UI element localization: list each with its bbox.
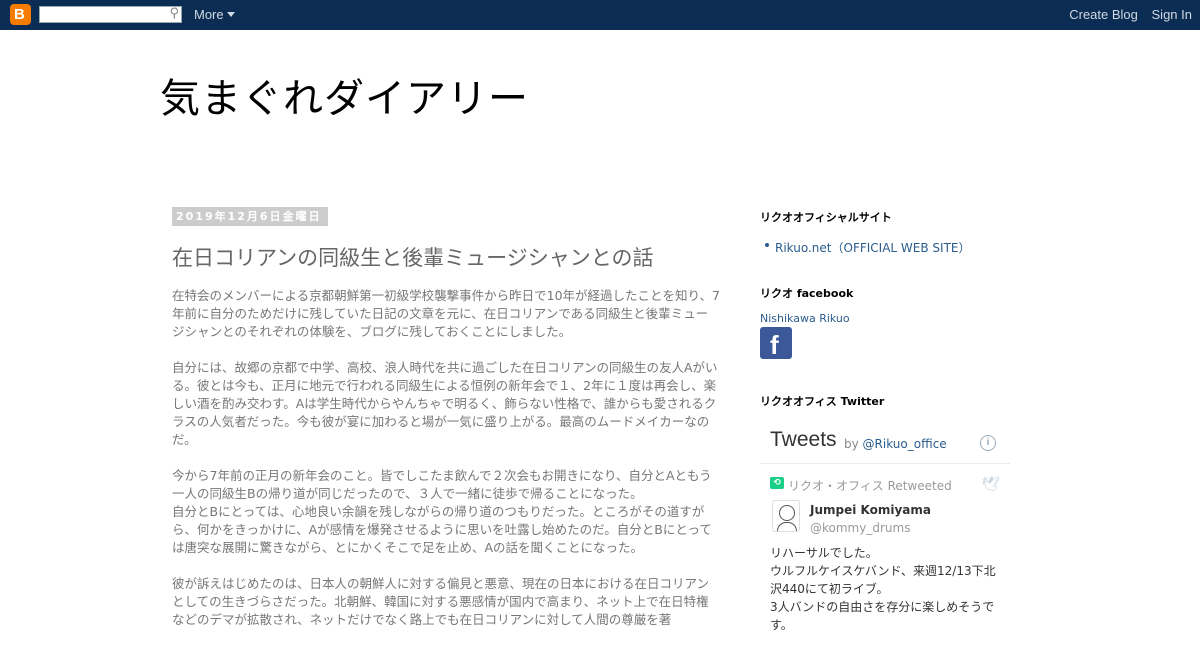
facebook-icon[interactable]: f xyxy=(760,327,792,360)
tweet-author[interactable]: Jumpei Komiyama xyxy=(810,503,931,517)
search-icon[interactable]: ⚲ xyxy=(169,6,179,21)
retweeted-by[interactable]: リクオ・オフィス Retweeted xyxy=(788,477,952,494)
divider xyxy=(760,463,1010,464)
twitter-timeline-widget: Tweets by @Rikuo_office i ⟲ リクオ・オフィス Ret… xyxy=(760,420,1010,630)
search-input[interactable]: ⚲ xyxy=(39,6,182,23)
tweet-handle[interactable]: @kommy_drums xyxy=(810,521,910,535)
tweets-title: Tweets xyxy=(770,428,837,451)
post-paragraph: 在特会のメンバーによる京都朝鮮第一初級学校襲撃事件から昨日で10年が経過したこと… xyxy=(172,288,720,339)
post-body: 在特会のメンバーによる京都朝鮮第一初級学校襲撃事件から昨日で10年が経過したこと… xyxy=(172,287,720,647)
facebook-icon-letter: f xyxy=(770,330,779,360)
post-paragraph: 彼が訴えはじめたのは、日本人の朝鮮人に対する偏見と悪意、現在の日本における在日コ… xyxy=(172,576,710,627)
facebook-name-link[interactable]: Nishikawa Rikuo xyxy=(760,312,850,325)
post-date: 2019年12月6日金曜日 xyxy=(172,207,328,226)
retweet-icon: ⟲ xyxy=(770,477,784,489)
tweets-by-label: by xyxy=(844,437,859,451)
facebook-heading: リクオ facebook xyxy=(760,287,854,300)
official-site-list-item: Rikuo.net（OFFICIAL WEB SITE） xyxy=(764,237,970,256)
more-menu-button[interactable]: More xyxy=(194,7,235,22)
chevron-down-icon xyxy=(226,12,235,17)
blogger-navbar: B ⚲ More Create Blog Sign In xyxy=(0,0,1200,30)
more-label: More xyxy=(194,7,224,22)
official-site-heading: リクオオフィシャルサイト xyxy=(760,211,892,224)
blog-title[interactable]: 気まぐれダイアリー xyxy=(160,66,529,124)
blogger-logo-letter: B xyxy=(14,6,25,23)
info-icon[interactable]: i xyxy=(980,435,996,451)
twitter-bird-icon[interactable]: 🕊 xyxy=(981,475,1000,493)
create-blog-link[interactable]: Create Blog xyxy=(1069,7,1138,22)
post-title[interactable]: 在日コリアンの同級生と後輩ミュージシャンとの話 xyxy=(172,242,654,272)
tweets-by: by @Rikuo_office xyxy=(844,437,947,451)
sign-in-link[interactable]: Sign In xyxy=(1152,7,1192,22)
blogger-logo-icon[interactable]: B xyxy=(10,4,31,25)
twitter-account-link[interactable]: @Rikuo_office xyxy=(863,437,947,451)
tweet-text: リハーサルでした。 ウルフルケイスケバンド、来週12/13下北沢440にて初ライ… xyxy=(770,546,996,630)
twitter-heading: リクオオフィス Twitter xyxy=(760,395,885,408)
avatar[interactable] xyxy=(772,500,800,532)
post-paragraph: 自分には、故郷の京都で中学、高校、浪人時代を共に過ごした在日コリアンの同級生の友… xyxy=(172,360,718,447)
post-paragraph: 今から7年前の正月の新年会のこと。皆でしこたま飲んで２次会もお開きになり、自分と… xyxy=(172,468,712,555)
official-site-link[interactable]: Rikuo.net（OFFICIAL WEB SITE） xyxy=(775,241,970,255)
